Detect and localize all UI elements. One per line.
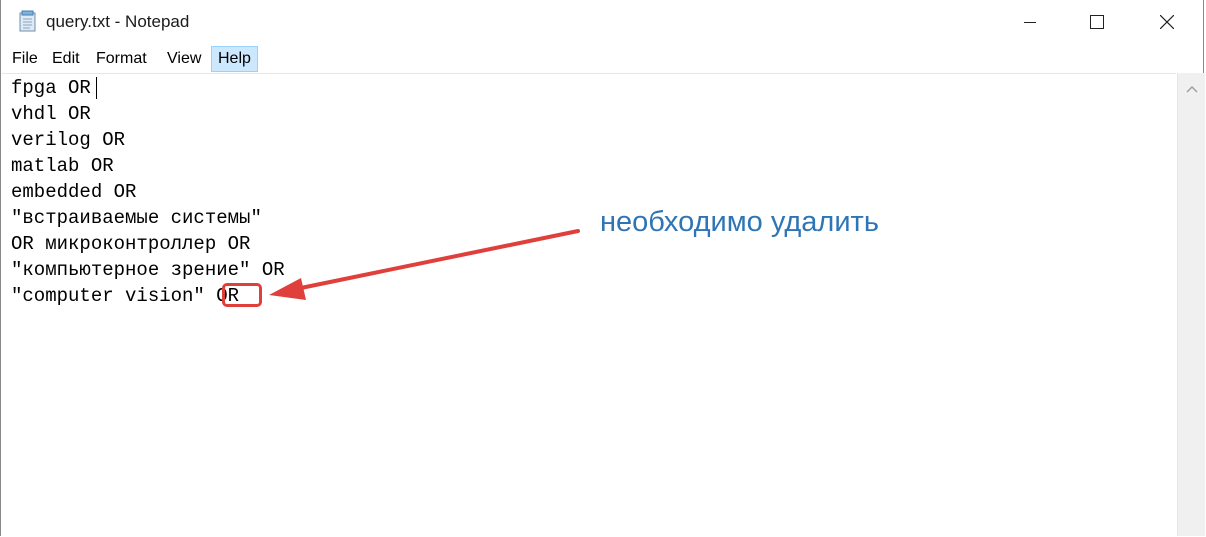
annotation-arrow xyxy=(269,229,580,300)
annotation-label: необходимо удалить xyxy=(600,206,879,238)
